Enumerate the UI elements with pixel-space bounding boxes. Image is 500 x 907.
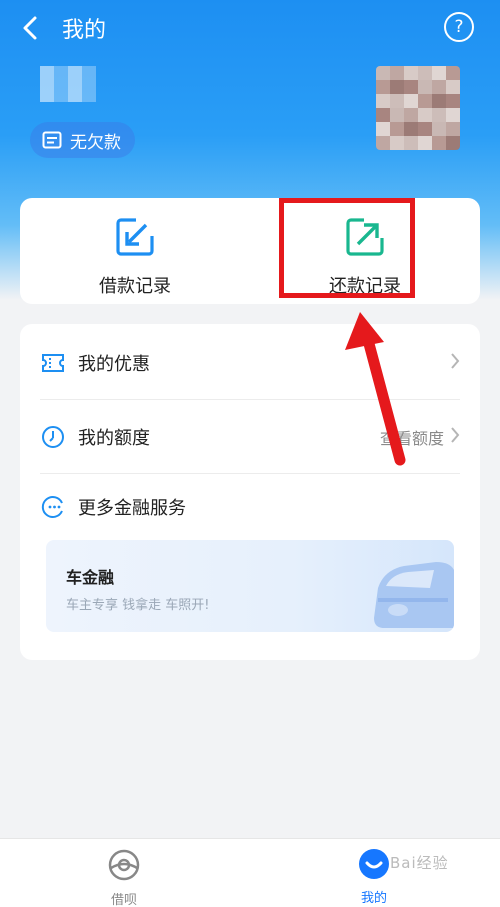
watermark: Bai经验 (390, 854, 449, 872)
menu-item-my-limit[interactable]: 我的额度 查看额度 (40, 400, 460, 474)
banner-title: 车金融 (66, 568, 115, 587)
ticket-icon (40, 350, 66, 376)
avatar-pixel (418, 108, 432, 122)
avatar-pixel (432, 80, 446, 94)
highlight-box (279, 198, 415, 298)
avatar-pixel (446, 94, 460, 108)
tab-label: 我的 (360, 891, 387, 906)
avatar-pixel (418, 122, 432, 136)
avatar-pixel (432, 108, 446, 122)
more-services-icon (40, 494, 66, 520)
chevron-left-icon (23, 16, 37, 40)
borrow-record-icon (114, 216, 156, 262)
avatar-pixel (404, 80, 418, 94)
car-finance-banner[interactable]: 车金融 车主专享 钱拿走 车照开! (46, 540, 454, 632)
avatar-pixel (418, 80, 432, 94)
banner-subtitle: 车主专享 钱拿走 车照开! (66, 598, 210, 613)
avatar-pixel (404, 66, 418, 80)
avatar-pixel (390, 66, 404, 80)
user-name-blurred (40, 66, 96, 102)
avatar-pixel (418, 136, 432, 150)
document-icon (42, 131, 62, 149)
menu-item-more-finance[interactable]: 更多金融服务 (40, 470, 460, 544)
debt-status-badge[interactable]: 无欠款 (30, 122, 135, 158)
avatar[interactable] (376, 66, 460, 150)
chevron-right-icon (450, 426, 460, 448)
avatar-pixel (376, 108, 390, 122)
avatar-pixel (390, 94, 404, 108)
back-button[interactable] (12, 10, 48, 46)
avatar-pixel (390, 108, 404, 122)
avatar-pixel (418, 94, 432, 108)
avatar-pixel (404, 94, 418, 108)
top-bar: 我的 ? (0, 0, 500, 56)
avatar-pixel (390, 136, 404, 150)
avatar-pixel (446, 80, 460, 94)
menu-item-label: 我的额度 (78, 428, 150, 449)
clock-icon (40, 424, 66, 450)
avatar-pixel (446, 108, 460, 122)
avatar-pixel (390, 122, 404, 136)
avatar-pixel (404, 108, 418, 122)
avatar-pixel (404, 136, 418, 150)
avatar-pixel (376, 136, 390, 150)
chevron-right-icon (450, 352, 460, 374)
avatar-pixel (432, 136, 446, 150)
steering-wheel-icon (107, 848, 141, 886)
smile-icon (358, 848, 390, 884)
avatar-pixel (376, 66, 390, 80)
help-button[interactable]: ? (444, 12, 474, 42)
menu-item-label: 我的优惠 (78, 354, 150, 375)
car-icon (374, 562, 454, 628)
debt-status-label: 无欠款 (70, 132, 121, 153)
avatar-pixel (376, 122, 390, 136)
avatar-pixel (432, 66, 446, 80)
avatar-pixel (390, 80, 404, 94)
borrow-records-label: 借款记录 (99, 276, 171, 297)
tab-mine[interactable]: 我的 (314, 839, 434, 907)
avatar-pixel (404, 122, 418, 136)
page-title: 我的 (62, 18, 107, 43)
borrow-records-button[interactable]: 借款记录 (20, 198, 250, 304)
avatar-pixel (446, 136, 460, 150)
avatar-pixel (432, 94, 446, 108)
avatar-pixel (446, 66, 460, 80)
view-limit-link[interactable]: 查看额度 (380, 425, 444, 449)
avatar-pixel (432, 122, 446, 136)
avatar-pixel (446, 122, 460, 136)
avatar-pixel (418, 66, 432, 80)
avatar-pixel (376, 80, 390, 94)
menu-item-label: 更多金融服务 (78, 498, 186, 519)
menu-item-my-offers[interactable]: 我的优惠 (40, 326, 460, 400)
avatar-pixel (376, 94, 390, 108)
tab-jiebei[interactable]: 借呗 (64, 839, 184, 907)
tab-label: 借呗 (110, 893, 137, 907)
